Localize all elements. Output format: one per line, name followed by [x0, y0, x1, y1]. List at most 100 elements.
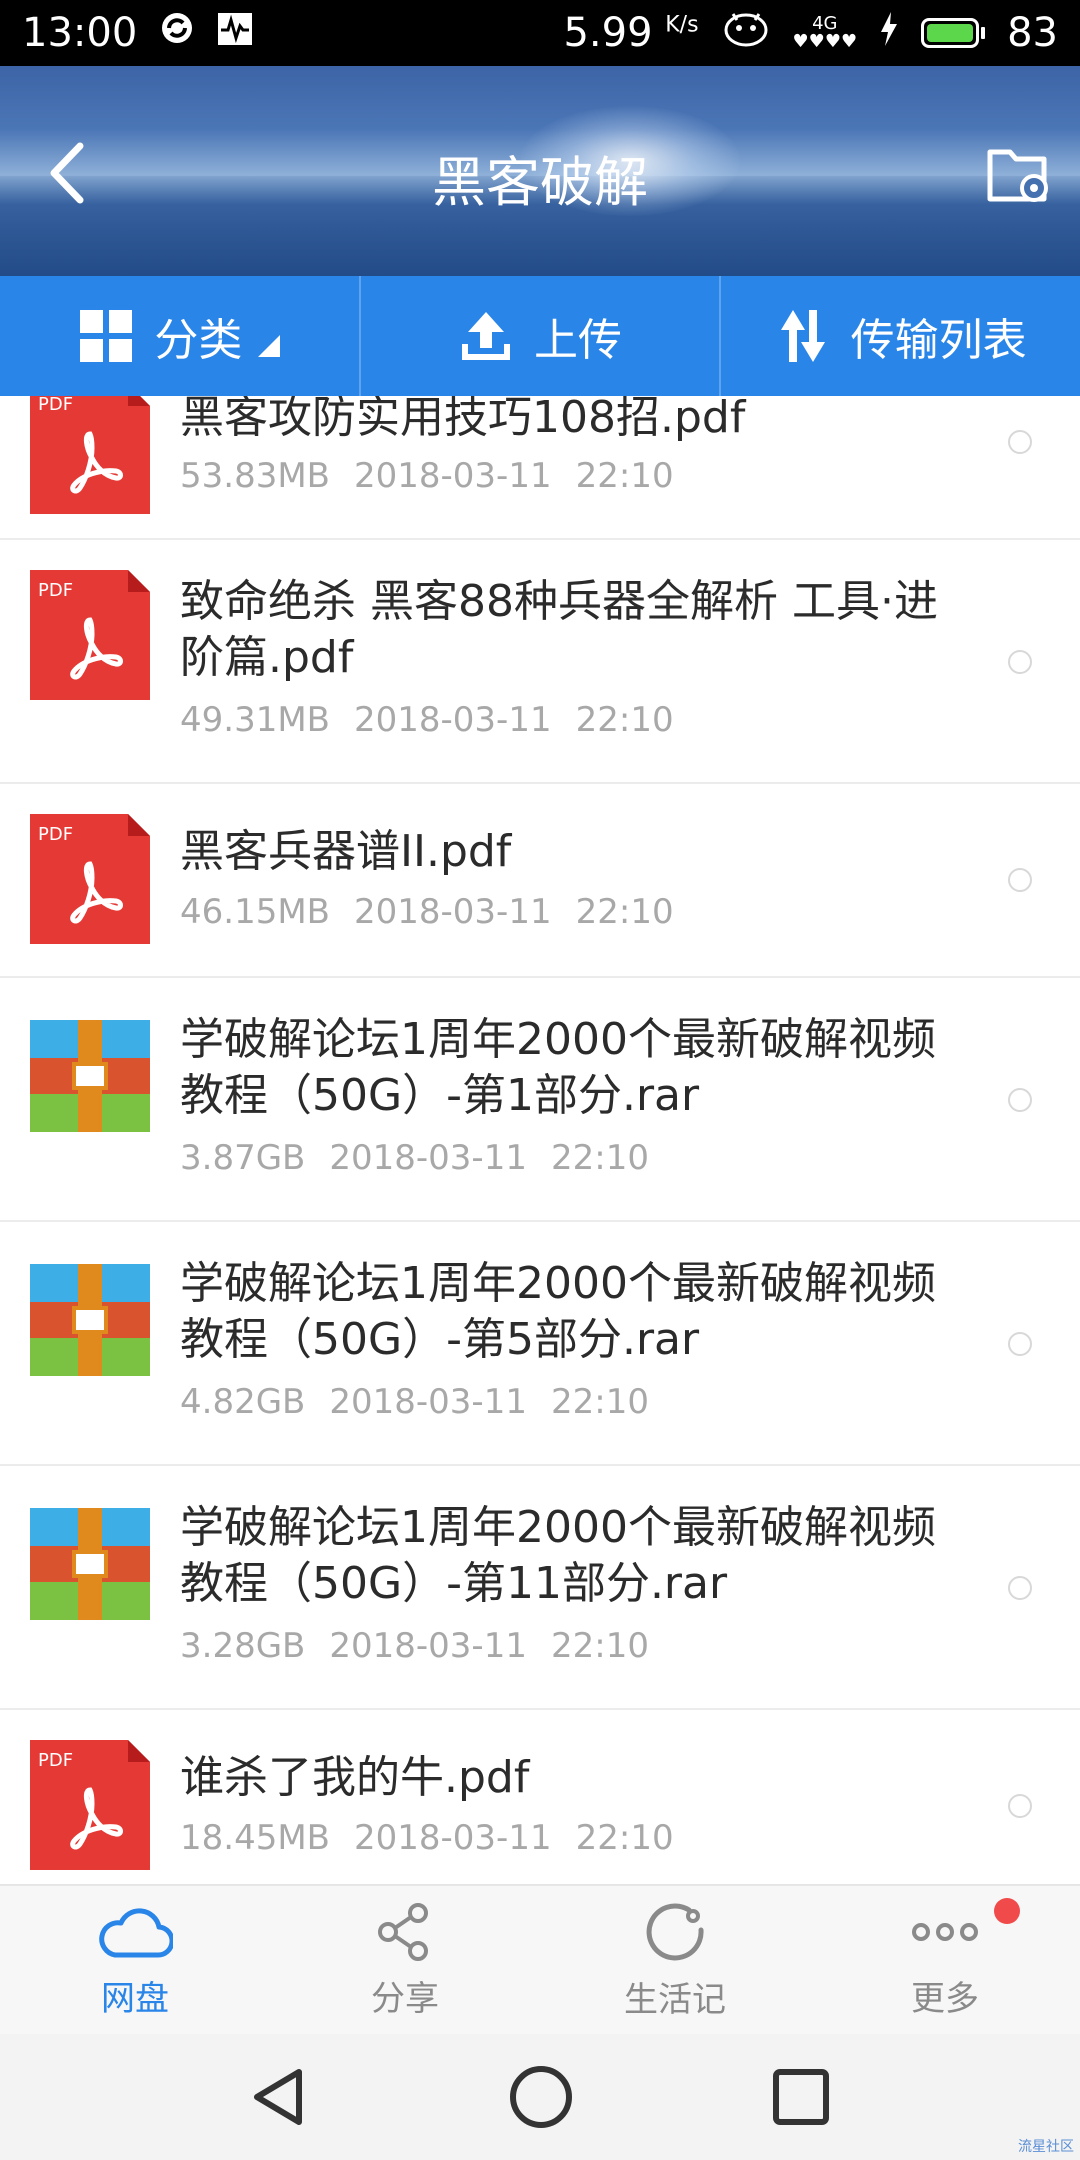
- notification-badge: [994, 1898, 1020, 1924]
- nav-share[interactable]: 分享: [270, 1886, 540, 2034]
- life-record-icon: [646, 1903, 704, 1960]
- rar-archive-icon: [30, 1508, 150, 1620]
- more-icon: [912, 1922, 978, 1941]
- status-left: 13:00: [22, 10, 253, 56]
- transfer-list-button[interactable]: 传输列表: [719, 276, 1080, 396]
- nav-netdisk-label: 网盘: [101, 1978, 169, 2019]
- select-radio[interactable]: [1008, 1794, 1032, 1818]
- network-speed-unit: K/s: [665, 12, 699, 38]
- list-item[interactable]: PDF 黑客兵器谱II.pdf 46.15MB 2018-03-11 22:10: [0, 784, 1080, 978]
- list-item[interactable]: 学破解论坛1周年2000个最新破解视频教程（50G）-第1部分.rar 3.87…: [0, 978, 1080, 1222]
- signal-hearts-icon: ♥♥♥♥: [792, 31, 858, 52]
- select-radio[interactable]: [1008, 1576, 1032, 1600]
- share-icon: [378, 1902, 428, 1961]
- file-date: 2018-03-11: [329, 1138, 527, 1178]
- category-label: 分类: [154, 315, 243, 366]
- status-right: 5.99 K/s 4G ♥♥♥♥ 83: [563, 8, 1058, 58]
- file-date: 2018-03-11: [354, 456, 552, 496]
- network-speed: 5.99 K/s: [563, 10, 698, 56]
- file-size: 3.87GB: [180, 1138, 306, 1178]
- select-radio[interactable]: [1008, 650, 1032, 674]
- list-item[interactable]: 学破解论坛1周年2000个最新破解视频教程（50G）-第11部分.rar 3.2…: [0, 1466, 1080, 1710]
- bottom-nav: 网盘 分享 生活记 更多: [0, 1884, 1080, 2034]
- file-name: 黑客兵器谱II.pdf: [180, 826, 512, 877]
- folder-settings-button[interactable]: [984, 138, 1054, 208]
- system-nav-bar: 流星社区: [0, 2034, 1080, 2160]
- nav-more[interactable]: 更多: [810, 1886, 1080, 2034]
- file-time: 22:10: [575, 456, 674, 496]
- file-meta: 3.87GB 2018-03-11 22:10: [180, 1138, 649, 1178]
- select-radio[interactable]: [1008, 1332, 1032, 1356]
- screen: 13:00 5.99 K/s 4G ♥♥♥♥ 83 黑客破解 分类 上传 传输列…: [0, 0, 1080, 2160]
- file-size: 3.28GB: [180, 1626, 306, 1666]
- svg-text:PDF: PDF: [38, 580, 73, 601]
- file-time: 22:10: [575, 700, 674, 740]
- file-date: 2018-03-11: [354, 700, 552, 740]
- file-name: 黑客攻防实用技巧108招.pdf: [180, 396, 746, 443]
- file-name: 学破解论坛1周年2000个最新破解视频教程（50G）-第5部分.rar: [180, 1258, 936, 1365]
- dropdown-caret-icon: [258, 335, 281, 357]
- file-meta: 3.28GB 2018-03-11 22:10: [180, 1626, 649, 1666]
- file-time: 22:10: [575, 1818, 674, 1858]
- category-button[interactable]: 分类: [0, 276, 359, 396]
- svg-text:PDF: PDF: [38, 824, 73, 845]
- file-list: PDF 黑客攻防实用技巧108招.pdf 53.83MB 2018-03-11 22…: [0, 396, 1080, 1884]
- network-speed-value: 5.99: [563, 10, 653, 56]
- list-item[interactable]: PDF 黑客攻防实用技巧108招.pdf 53.83MB 2018-03-11 22…: [0, 396, 1080, 540]
- home-circle-icon[interactable]: [508, 2064, 574, 2130]
- status-time: 13:00: [22, 10, 138, 56]
- grid-icon: [80, 310, 133, 362]
- list-item[interactable]: 学破解论坛1周年2000个最新破解视频教程（50G）-第5部分.rar 4.82…: [0, 1222, 1080, 1466]
- file-size: 49.31MB: [180, 700, 330, 740]
- page-title: 黑客破解: [432, 151, 648, 214]
- file-name: 谁杀了我的牛.pdf: [180, 1752, 530, 1803]
- file-size: 4.82GB: [180, 1382, 306, 1422]
- nav-share-label: 分享: [371, 1978, 439, 2019]
- upload-button[interactable]: 上传: [358, 276, 720, 396]
- watermark: 流星社区: [1018, 2139, 1074, 2155]
- activity-monitor-icon: [217, 10, 253, 56]
- folder-settings-icon: [987, 149, 1048, 202]
- pdf-file-icon: PDF: [30, 570, 150, 700]
- file-time: 22:10: [550, 1382, 649, 1422]
- select-radio[interactable]: [1008, 1088, 1032, 1112]
- signal-indicator: 4G ♥♥♥♥: [793, 15, 858, 51]
- sync-icon: [159, 10, 195, 56]
- action-toolbar: 分类 上传 传输列表: [0, 276, 1080, 396]
- transfer-list-label: 传输列表: [850, 315, 1027, 366]
- recent-apps-square-icon[interactable]: [771, 2067, 831, 2127]
- status-bar: 13:00 5.99 K/s 4G ♥♥♥♥ 83: [0, 0, 1080, 66]
- file-meta: 4.82GB 2018-03-11 22:10: [180, 1382, 649, 1422]
- file-date: 2018-03-11: [329, 1626, 527, 1666]
- nav-more-label: 更多: [911, 1978, 979, 2019]
- header: 黑客破解: [0, 66, 1080, 276]
- rar-archive-icon: [30, 1264, 150, 1376]
- file-size: 46.15MB: [180, 892, 330, 932]
- back-triangle-icon[interactable]: [249, 2066, 311, 2128]
- file-time: 22:10: [575, 892, 674, 932]
- list-item[interactable]: PDF 谁杀了我的牛.pdf 18.45MB 2018-03-11 22:10: [0, 1710, 1080, 1884]
- file-time: 22:10: [550, 1138, 649, 1178]
- svg-text:PDF: PDF: [38, 1750, 73, 1771]
- nav-life-record[interactable]: 生活记: [540, 1886, 810, 2034]
- file-name: 致命绝杀 黑客88种兵器全解析 工具·进阶篇.pdf: [180, 576, 938, 683]
- list-item[interactable]: PDF 致命绝杀 黑客88种兵器全解析 工具·进阶篇.pdf 49.31MB 20…: [0, 540, 1080, 784]
- nav-netdisk[interactable]: 网盘: [0, 1886, 270, 2034]
- transfer-icon: [780, 310, 825, 362]
- file-date: 2018-03-11: [329, 1382, 527, 1422]
- battery-icon: [921, 18, 986, 48]
- file-meta: 18.45MB 2018-03-11 22:10: [180, 1818, 674, 1858]
- svg-text:PDF: PDF: [38, 396, 73, 415]
- file-meta: 49.31MB 2018-03-11 22:10: [180, 700, 674, 740]
- file-meta: 46.15MB 2018-03-11 22:10: [180, 892, 674, 932]
- battery-level: 83: [1007, 10, 1058, 56]
- select-radio[interactable]: [1008, 868, 1032, 892]
- upload-icon: [462, 312, 510, 360]
- file-name: 学破解论坛1周年2000个最新破解视频教程（50G）-第1部分.rar: [180, 1014, 936, 1121]
- file-size: 18.45MB: [180, 1818, 330, 1858]
- file-date: 2018-03-11: [354, 1818, 552, 1858]
- pdf-file-icon: PDF: [30, 814, 150, 944]
- file-name: 学破解论坛1周年2000个最新破解视频教程（50G）-第11部分.rar: [180, 1502, 936, 1609]
- charging-icon: [879, 10, 899, 56]
- select-radio[interactable]: [1008, 430, 1032, 454]
